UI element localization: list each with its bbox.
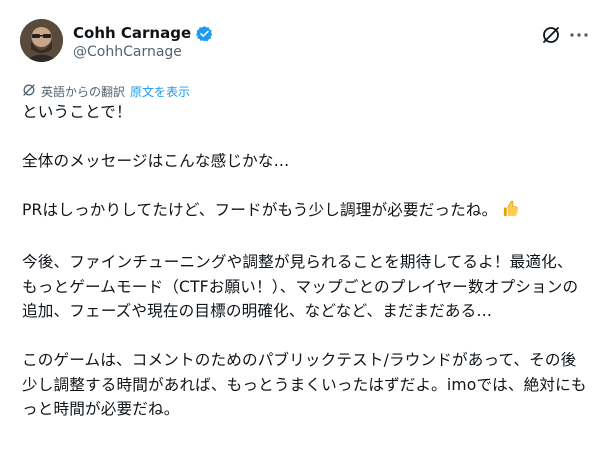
translate-icon <box>22 83 36 100</box>
post-body: ということで！ 全体のメッセージはこんな感じかな… PRはしっかりしてたけど、フ… <box>22 100 588 422</box>
translation-notice: 英語からの翻訳 原文を表示 <box>22 82 190 100</box>
post-header: Cohh Carnage @CohhCarnage <box>0 0 606 80</box>
translation-label: 英語からの翻訳 <box>41 84 126 99</box>
grok-icon[interactable] <box>540 24 562 46</box>
post-paragraph: 今後、ファインチューニングや調整が見られることを期待してるよ！最適化、もっとゲー… <box>22 253 579 320</box>
author-display-name[interactable]: Cohh Carnage <box>73 24 191 42</box>
author-handle[interactable]: @CohhCarnage <box>73 44 182 60</box>
post-paragraph: 全体のメッセージはこんな感じかな… <box>22 152 290 170</box>
author-name-row[interactable]: Cohh Carnage <box>73 23 213 43</box>
avatar[interactable] <box>20 19 63 62</box>
show-original-link[interactable]: 原文を表示 <box>130 83 190 100</box>
post-paragraph: ということで！ <box>22 103 132 121</box>
post-paragraph: このゲームは、コメントのためのパブリックテスト/ラウンドがあって、その後少し調整… <box>22 351 587 418</box>
thumbs-up-emoji <box>501 199 520 226</box>
verified-badge-icon <box>196 25 213 42</box>
post-paragraph: PRはしっかりしてたけど、フードがもう少し調理が必要だったね。 <box>22 198 588 226</box>
more-horizontal-icon[interactable] <box>567 24 591 46</box>
post-paragraph-text: PRはしっかりしてたけど、フードがもう少し調理が必要だったね。 <box>22 201 498 219</box>
